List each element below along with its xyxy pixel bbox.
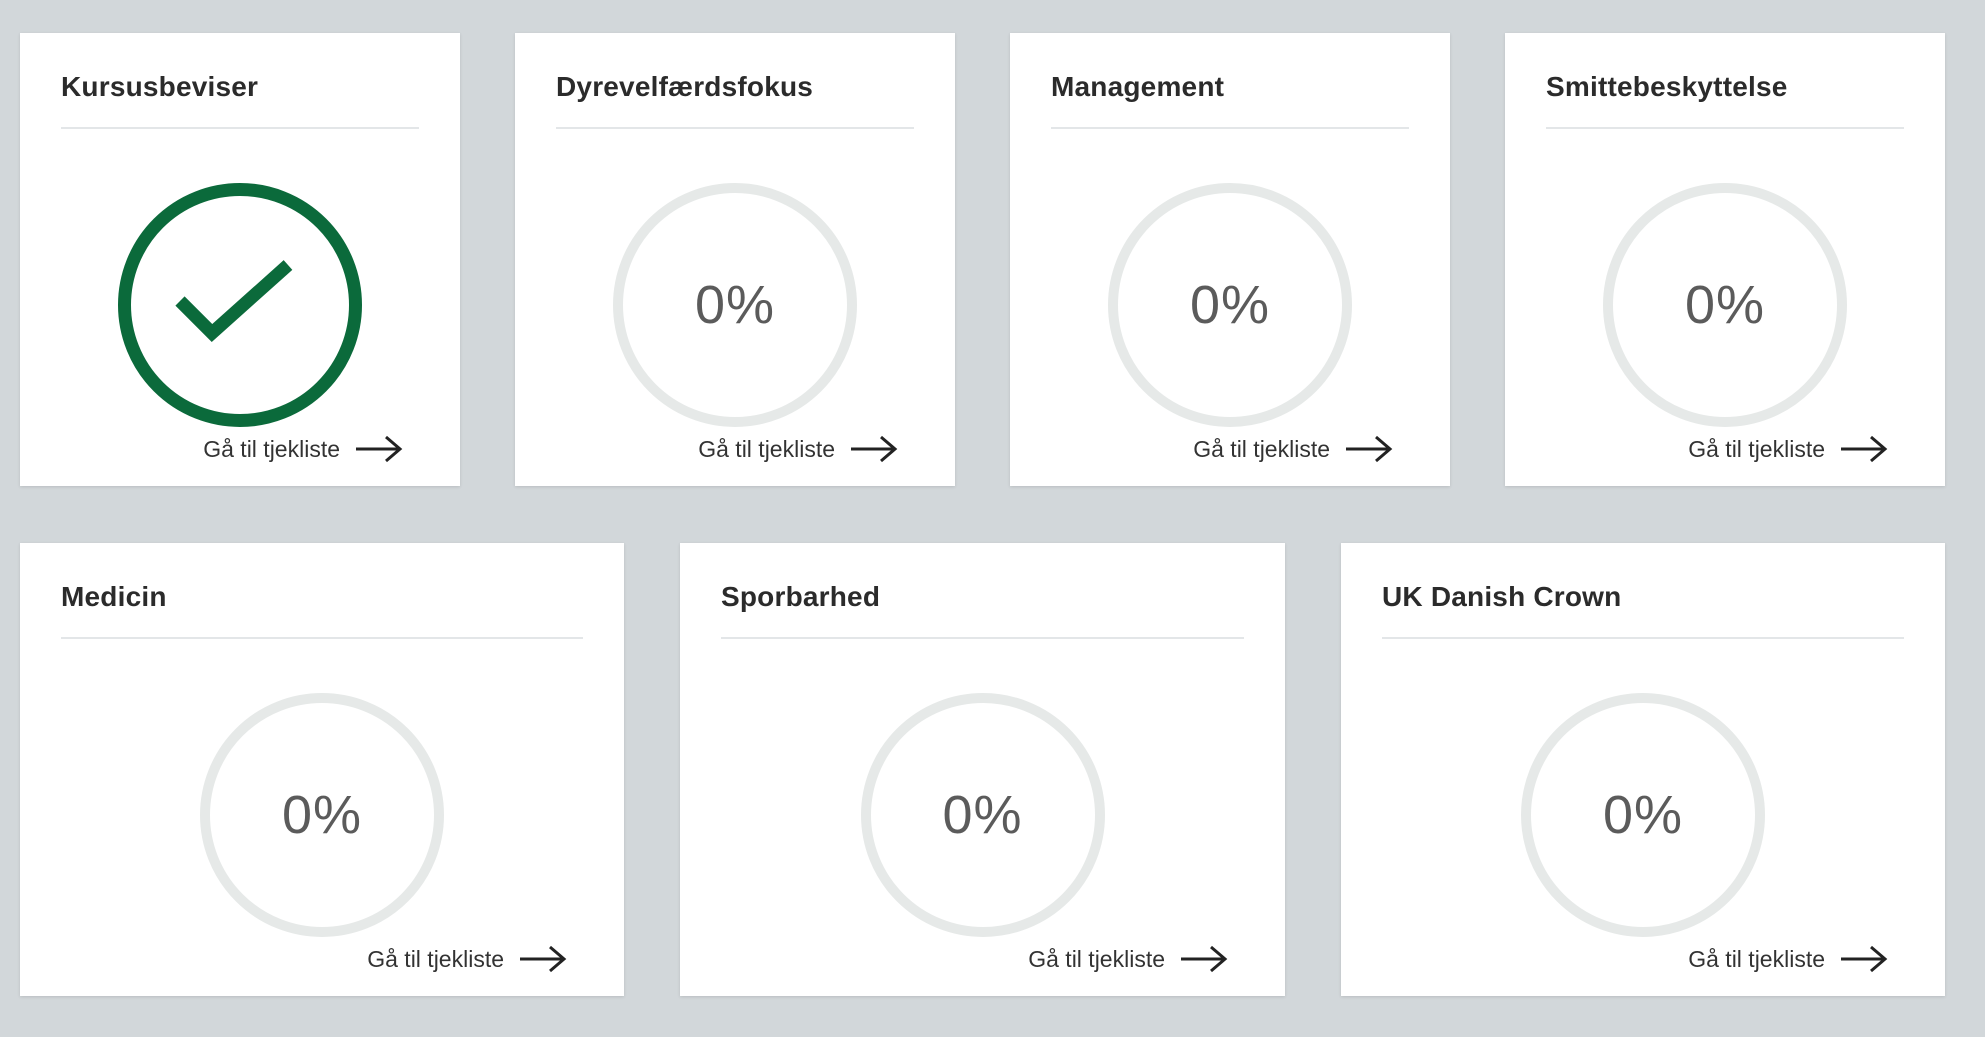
completed-ring [118, 183, 362, 427]
card-title: Medicin [61, 581, 167, 612]
progress-percent: 0% [281, 785, 363, 845]
go-to-checklist-link[interactable]: Gå til tjekliste [367, 944, 568, 974]
go-to-checklist-link[interactable]: Gå til tjekliste [203, 434, 404, 464]
progress-ring: 0% [860, 693, 1105, 937]
arrow-right-icon [354, 434, 404, 464]
arrow-right-icon [1839, 944, 1889, 974]
checklist-card-smittebeskyttelse: Smittebeskyttelse 0% Gå til tjekliste [1505, 33, 1945, 486]
go-to-checklist-link[interactable]: Gå til tjekliste [1688, 434, 1889, 464]
arrow-right-icon [1839, 434, 1889, 464]
go-to-checklist-link[interactable]: Gå til tjekliste [1688, 944, 1889, 974]
divider [61, 127, 419, 129]
checklist-card-management: Management 0% Gå til tjekliste [1010, 33, 1450, 486]
arrow-right-icon [849, 434, 899, 464]
go-to-checklist-link[interactable]: Gå til tjekliste [698, 434, 899, 464]
divider [1546, 127, 1904, 129]
arrow-right-icon [518, 944, 568, 974]
go-to-checklist-link[interactable]: Gå til tjekliste [1193, 434, 1394, 464]
link-label: Gå til tjekliste [698, 435, 835, 462]
divider [1382, 637, 1904, 639]
progress-ring: 0% [200, 693, 444, 937]
link-label: Gå til tjekliste [1193, 435, 1330, 462]
progress-ring: 0% [1108, 183, 1352, 427]
checklist-card-dyrevelfaerdsfokus: Dyrevelfærdsfokus 0% Gå til tjekliste [515, 33, 955, 486]
card-title: Dyrevelfærdsfokus [556, 71, 814, 102]
link-label: Gå til tjekliste [1688, 945, 1825, 972]
divider [721, 637, 1244, 639]
arrow-right-icon [1179, 944, 1229, 974]
progress-percent: 0% [942, 785, 1023, 845]
card-title: Sporbarhed [721, 581, 881, 612]
checklist-card-kursusbeviser: Kursusbeviser Gå til tjekliste [20, 33, 460, 486]
progress-ring: 0% [1521, 693, 1765, 937]
checklist-card-sporbarhed: Sporbarhed 0% Gå til tjekliste [680, 543, 1285, 996]
progress-percent: 0% [1602, 785, 1684, 845]
link-label: Gå til tjekliste [1688, 435, 1825, 462]
progress-percent: 0% [1684, 275, 1766, 335]
progress-percent: 0% [694, 275, 776, 335]
link-label: Gå til tjekliste [367, 945, 504, 972]
progress-percent: 0% [1189, 275, 1271, 335]
divider [1051, 127, 1409, 129]
card-title: Management [1051, 71, 1225, 102]
check-icon [175, 260, 293, 342]
link-label: Gå til tjekliste [1028, 945, 1165, 972]
card-title: UK Danish Crown [1382, 581, 1622, 612]
link-label: Gå til tjekliste [203, 435, 340, 462]
progress-ring: 0% [613, 183, 857, 427]
arrow-right-icon [1344, 434, 1394, 464]
divider [61, 637, 583, 639]
checklist-card-uk-danish-crown: UK Danish Crown 0% Gå til tjekliste [1341, 543, 1945, 996]
divider [556, 127, 914, 129]
checklist-card-medicin: Medicin 0% Gå til tjekliste [20, 543, 624, 996]
go-to-checklist-link[interactable]: Gå til tjekliste [1028, 944, 1229, 974]
card-title: Smittebeskyttelse [1546, 71, 1788, 102]
progress-ring: 0% [1603, 183, 1847, 427]
card-title: Kursusbeviser [61, 71, 259, 102]
